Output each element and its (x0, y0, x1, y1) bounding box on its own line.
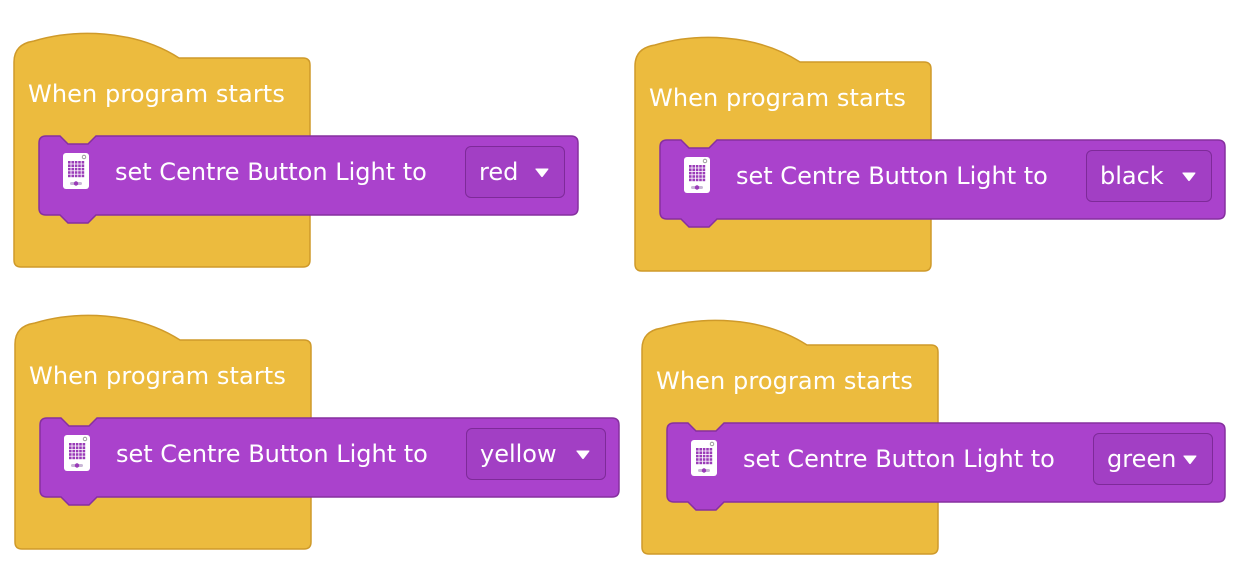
hub-matrix-icon (63, 153, 89, 189)
dropdown-selected-value: yellow (480, 440, 557, 468)
command-block-label: set Centre Button Light to (115, 158, 427, 186)
hat-block-label: When program starts (656, 367, 913, 395)
dropdown-selected-value: black (1100, 162, 1164, 190)
hub-matrix-icon (684, 157, 710, 193)
command-block-label: set Centre Button Light to (116, 440, 428, 468)
block-stack-4[interactable]: When program starts set Centre Button Li… (641, 319, 1258, 559)
light-color-dropdown[interactable]: yellow (466, 428, 606, 480)
coding-canvas: When program starts set Centre Button Li… (0, 0, 1258, 586)
command-block-label: set Centre Button Light to (743, 445, 1055, 473)
caret-down-icon (1183, 455, 1197, 465)
caret-down-icon (576, 450, 590, 460)
light-color-dropdown[interactable]: red (465, 146, 565, 198)
caret-down-icon (1182, 172, 1196, 182)
block-stack-1[interactable]: When program starts set Centre Button Li… (13, 32, 634, 272)
dropdown-selected-value: green (1107, 445, 1177, 473)
block-stack-3[interactable]: When program starts set Centre Button Li… (14, 314, 635, 554)
hat-block-label: When program starts (29, 362, 286, 390)
light-color-dropdown[interactable]: green (1093, 433, 1213, 485)
command-block-label: set Centre Button Light to (736, 162, 1048, 190)
caret-down-icon (535, 168, 549, 178)
hat-block-label: When program starts (28, 80, 285, 108)
hub-matrix-icon (64, 435, 90, 471)
hub-matrix-icon (691, 440, 717, 476)
dropdown-selected-value: red (479, 158, 519, 186)
hat-block-label: When program starts (649, 84, 906, 112)
block-stack-2[interactable]: When program starts set Centre Button Li… (634, 36, 1255, 276)
light-color-dropdown[interactable]: black (1086, 150, 1212, 202)
